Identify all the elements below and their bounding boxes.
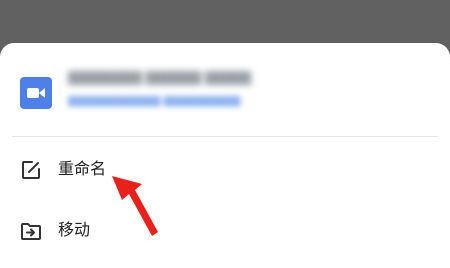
file-name: ████████ ██████ █████ [68, 71, 251, 85]
move-folder-icon [20, 220, 42, 242]
rename-edit-icon [20, 159, 42, 181]
file-meta: ████████████ ██████████ [68, 96, 241, 107]
divider [12, 136, 438, 137]
red-pointer-arrow-icon [112, 176, 158, 236]
menu-item-move[interactable]: 移动 [0, 206, 450, 256]
menu-item-rename[interactable]: 重命名 [0, 145, 450, 195]
bottom-sheet: ████████ ██████ █████ ████████████ █████… [0, 43, 450, 268]
menu-item-label: 移动 [58, 220, 91, 239]
video-camera-icon [20, 77, 52, 109]
menu-item-label: 重命名 [58, 159, 107, 178]
